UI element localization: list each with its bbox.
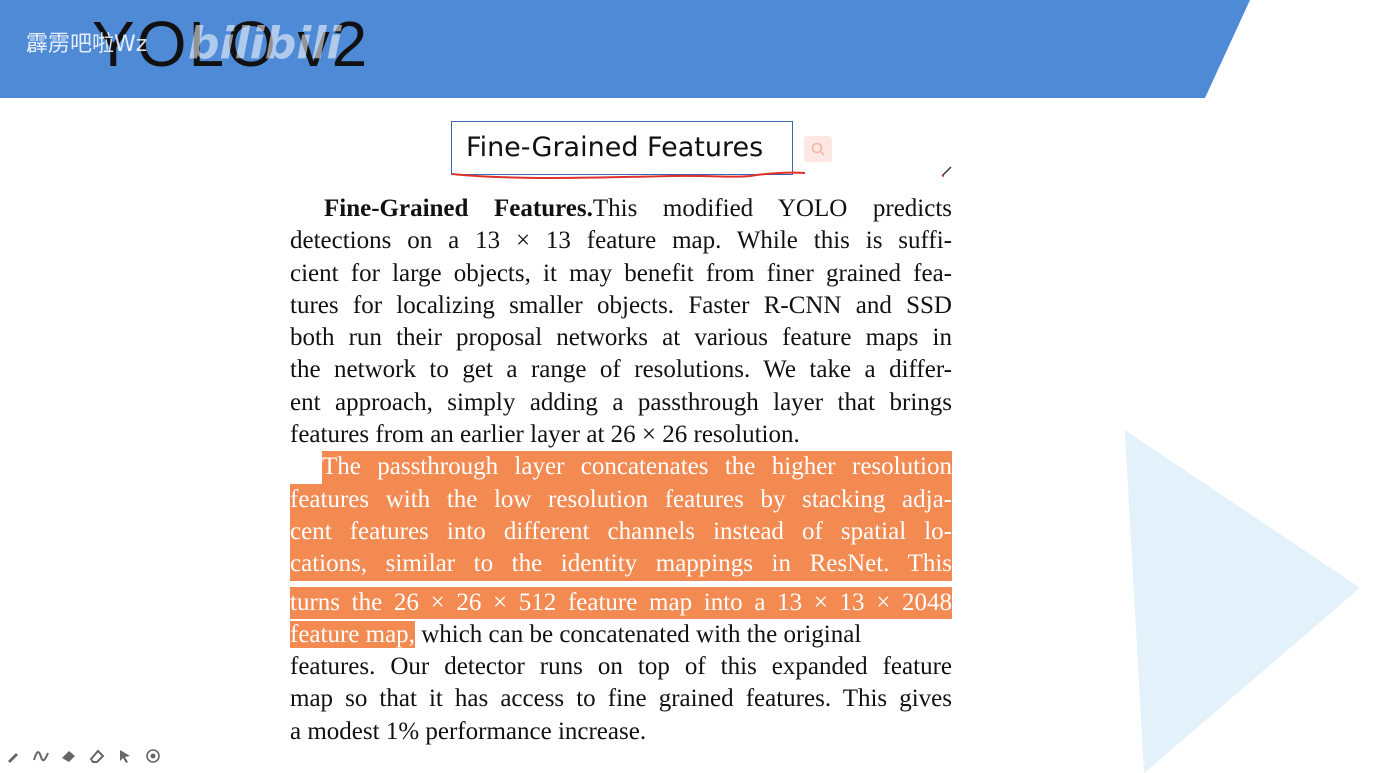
paper-line: map so that it has access to fine graine…: [290, 685, 952, 713]
ink-tool-button[interactable]: [32, 747, 50, 765]
paper-line: ent approach, simply adding a passthroug…: [290, 388, 952, 416]
pointer-tool-button[interactable]: [116, 747, 134, 765]
highlighted-line: cent features into different channels in…: [290, 515, 952, 549]
highlighter-icon: [62, 751, 75, 762]
presentation-toolbar: [4, 744, 162, 768]
eraser-tool-button[interactable]: [88, 747, 106, 765]
highlighted-line: features with the low resolution feature…: [290, 483, 952, 516]
paper-line: the network to get a range of resolution…: [290, 356, 952, 384]
highlighted-line: turns the 26 × 26 × 512 feature map into…: [290, 586, 952, 619]
target-icon: [146, 749, 160, 763]
heading-text: Fine-Grained Features: [466, 132, 764, 163]
watermark-username: 霹雳吧啦Wz: [26, 32, 148, 57]
target-tool-button[interactable]: [144, 747, 162, 765]
paper-line: Fine-Grained Features.This modified YOLO…: [324, 195, 953, 222]
eraser-icon: [89, 749, 105, 763]
highlighted-phrase: feature map,: [290, 620, 415, 648]
paper-excerpt: Fine-Grained Features.This modified YOLO…: [290, 193, 952, 748]
paper-line: feature map, which can be concatenated w…: [290, 620, 862, 648]
pen-tool-button[interactable]: [4, 747, 22, 765]
highlighted-line: The passthrough layer concatenates the h…: [290, 451, 952, 484]
decorative-triangle: [1124, 430, 1360, 773]
paper-line: tures for localizing smaller objects. Fa…: [290, 291, 952, 319]
paper-line: detections on a 13 × 13 feature map. Whi…: [290, 227, 952, 255]
pen-icon: [8, 753, 18, 763]
ink-icon: [33, 751, 49, 762]
red-ink-underline: [451, 171, 806, 179]
paragraph-lead: Fine-Grained Features.: [324, 195, 593, 222]
paper-line: a modest 1% performance increase.: [290, 717, 647, 745]
paper-line: both run their proposal networks at vari…: [290, 324, 952, 352]
search-icon: [811, 142, 825, 156]
slide-canvas: YOLO v2 霹雳吧啦Wz bilibili Fine-Grained Fea…: [0, 0, 1385, 773]
highlighter-tool-button[interactable]: [60, 747, 78, 765]
watermark-logo: bilibili: [188, 18, 342, 69]
paper-line: features. Our detector runs on top of th…: [290, 653, 952, 681]
paper-line: features from an earlier layer at 26 × 2…: [290, 421, 800, 449]
paper-line: cient for large objects, it may benefit …: [290, 259, 952, 287]
search-icon-button[interactable]: [804, 136, 832, 162]
pointer-icon: [120, 750, 130, 763]
pen-cursor-icon: [941, 166, 952, 177]
highlighted-line: cations, similar to the identity mapping…: [290, 548, 952, 581]
